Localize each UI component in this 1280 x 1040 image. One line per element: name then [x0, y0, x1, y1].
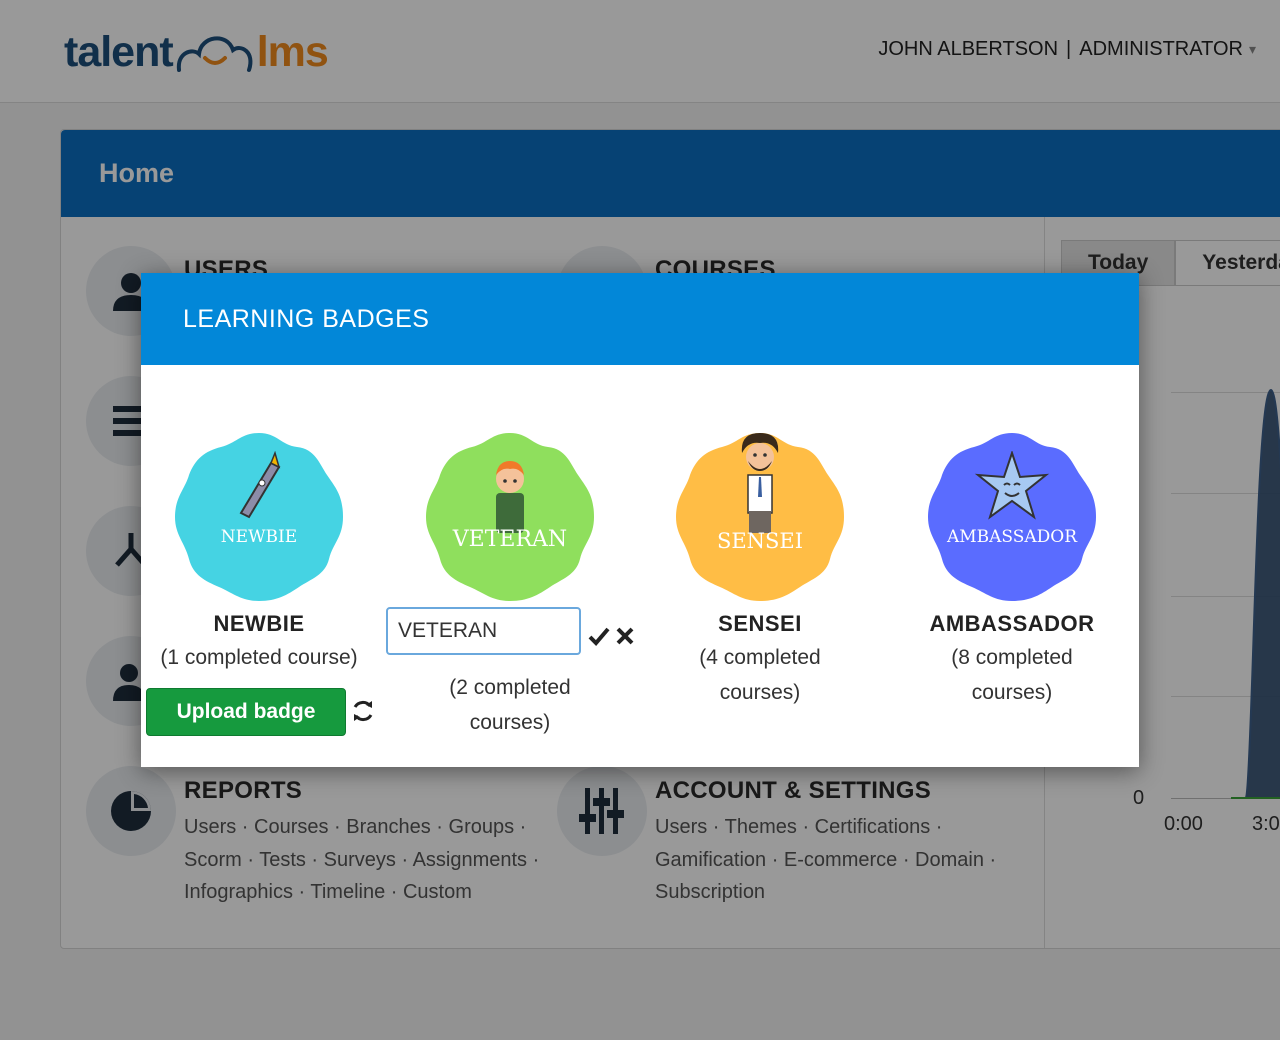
badge-caption: AMBASSADOR: [946, 527, 1078, 547]
badge-ambassador-image[interactable]: AMBASSADOR: [922, 427, 1102, 607]
learning-badges-modal: LEARNING BADGES NEWBIE NEWBIE (1 complet…: [141, 273, 1139, 767]
badge-desc-ambassador: (8 completed courses): [887, 640, 1137, 710]
badge-name-newbie: NEWBIE: [213, 611, 305, 636]
sensei-character-icon: [741, 433, 779, 533]
star-character-icon: [974, 451, 1050, 520]
check-icon[interactable]: [588, 625, 610, 647]
badge-caption: SENSEI: [716, 529, 804, 553]
modal-header: LEARNING BADGES: [141, 273, 1139, 365]
badge-desc-line: courses): [719, 681, 801, 704]
badge-desc-line: (8 completed: [951, 646, 1073, 669]
badge-desc-line: (2 completed: [449, 676, 571, 699]
badge-caption: NEWBIE: [220, 527, 298, 547]
refresh-icon[interactable]: [350, 698, 376, 724]
badge-desc-veteran: (2 completed courses): [385, 670, 635, 740]
badge-caption: VETERAN: [452, 527, 568, 552]
badge-name-sensei: SENSEI: [718, 611, 802, 636]
badge-desc-line: (4 completed: [699, 646, 821, 669]
close-icon[interactable]: [615, 626, 635, 646]
badge-desc-sensei: (4 completed courses): [635, 640, 885, 710]
modal-title: LEARNING BADGES: [183, 304, 430, 333]
badge-veteran-image[interactable]: VETERAN: [420, 427, 600, 607]
pencil-character-icon: [239, 451, 281, 519]
badge-newbie-image[interactable]: NEWBIE: [169, 427, 349, 607]
veteran-character-icon: [496, 461, 524, 533]
badge-desc-newbie: (1 completed course): [134, 640, 384, 675]
badge-name-ambassador: AMBASSADOR: [929, 611, 1095, 636]
badge-sensei-image[interactable]: SENSEI: [670, 427, 850, 607]
badge-desc-line: courses): [971, 681, 1053, 704]
badge-desc-line: courses): [469, 711, 551, 734]
badge-desc-line: (1 completed course): [160, 646, 358, 669]
badge-name-input[interactable]: [386, 607, 581, 655]
upload-badge-button[interactable]: Upload badge: [146, 688, 346, 736]
